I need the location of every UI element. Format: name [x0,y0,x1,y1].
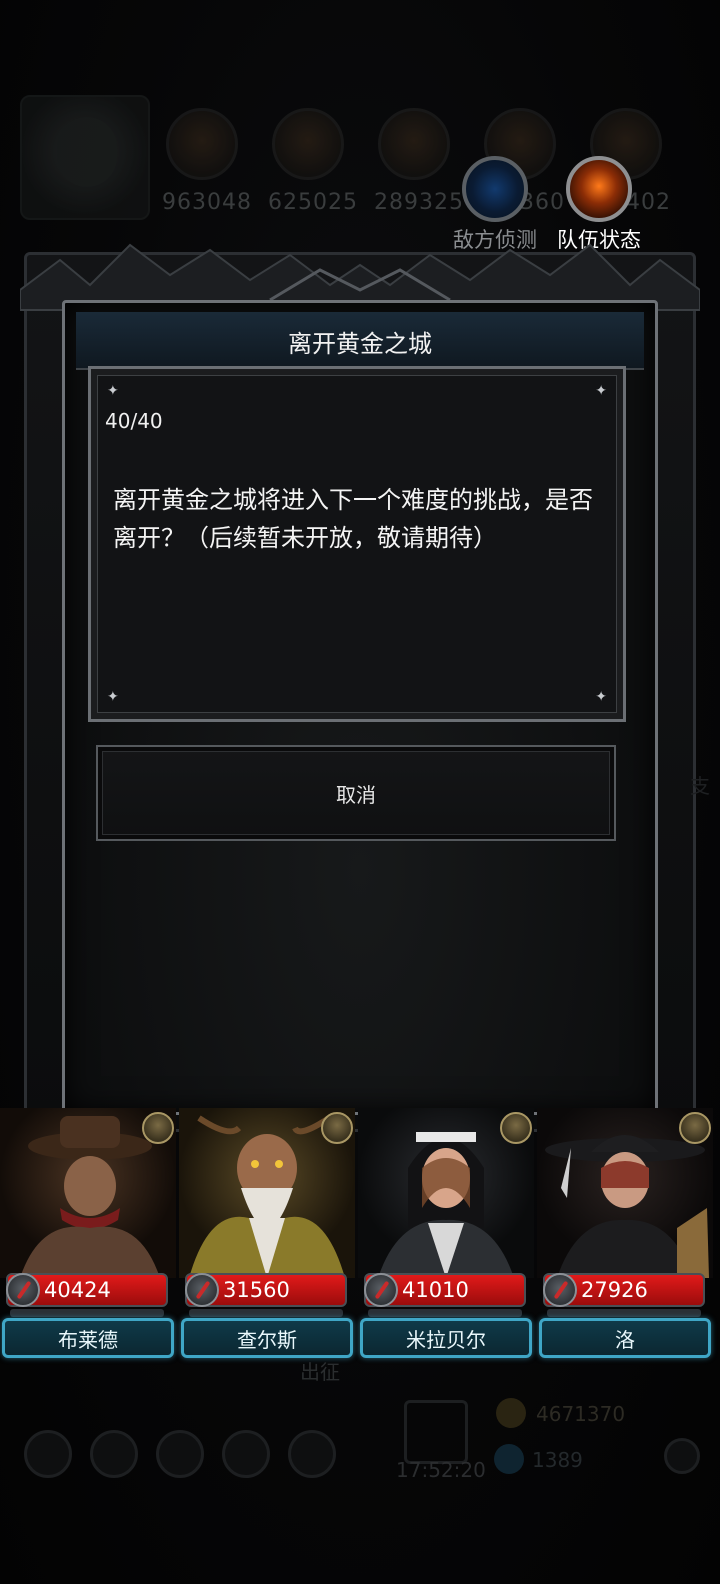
resource-orb-icon [272,108,344,180]
hero-card[interactable]: 27926 洛 [537,1108,717,1358]
corner-star-icon: ✦ [595,689,607,705]
attack-gem-icon [543,1273,577,1307]
hp-bar: 40424 [6,1273,168,1307]
gold-amount: 4671370 [536,1402,626,1426]
cancel-label: 取消 [336,782,376,807]
attack-gem-icon [6,1273,40,1307]
resource-orb-icon [166,108,238,180]
rank-badge-icon [500,1112,532,1144]
hero-name-plate[interactable]: 洛 [539,1318,711,1358]
rank-badge-icon [679,1112,711,1144]
gift-box-icon[interactable] [404,1400,468,1464]
game-screen: 963048 625025 289325 360 402 敌方侦测 队伍状态 离… [0,0,720,1584]
radar-icon [462,156,528,222]
attack-gem-icon [364,1273,398,1307]
corner-star-icon: ✦ [107,383,119,399]
dialog-content: ✦ ✦ ✦ ✦ 40/40 离开黄金之城将进入下一个难度的挑战，是否离开？（后续… [88,366,626,722]
rank-badge-icon [321,1112,353,1144]
resource-stat-2: 625025 [268,108,357,215]
rank-badge-icon [142,1112,174,1144]
resource-stat-1: 963048 [162,108,251,215]
hero-card[interactable]: 41010 米拉贝尔 [358,1108,538,1358]
gift-timer: 17:52:20 [396,1458,486,1482]
flame-icon [566,156,632,222]
dialog-title: 离开黄金之城 [288,330,432,358]
hero-card[interactable]: 40424 布莱德 [0,1108,180,1358]
corner-star-icon: ✦ [107,689,119,705]
hero-name-plate[interactable]: 查尔斯 [181,1318,353,1358]
gem-amount: 1389 [532,1448,583,1472]
gem-icon [494,1444,524,1474]
dialog-title-bar: 离开黄金之城 [76,312,644,370]
corner-star-icon: ✦ [595,383,607,399]
player-avatar[interactable] [20,95,150,220]
hero-name-plate[interactable]: 米拉贝尔 [360,1318,532,1358]
hp-bar: 27926 [543,1273,705,1307]
side-hint: 支 [690,774,710,798]
hero-name-plate[interactable]: 布莱德 [2,1318,174,1358]
attempt-count: 40/40 [105,409,163,433]
menu-icon[interactable] [24,1430,72,1478]
add-icon[interactable] [664,1438,700,1474]
attack-gem-icon [185,1273,219,1307]
menu-icon[interactable] [90,1430,138,1478]
gold-coin-icon [496,1398,526,1428]
menu-icon[interactable] [222,1430,270,1478]
hp-bar: 31560 [185,1273,347,1307]
hero-card[interactable]: 31560 查尔斯 [179,1108,359,1358]
depart-label: 出征 [300,1360,340,1384]
menu-icon[interactable] [156,1430,204,1478]
hp-bar: 41010 [364,1273,526,1307]
menu-icon[interactable] [288,1430,336,1478]
cancel-button[interactable]: 取消 [96,745,616,841]
dialog-message: 离开黄金之城将进入下一个难度的挑战，是否离开？（后续暂未开放，敬请期待） [113,486,593,552]
